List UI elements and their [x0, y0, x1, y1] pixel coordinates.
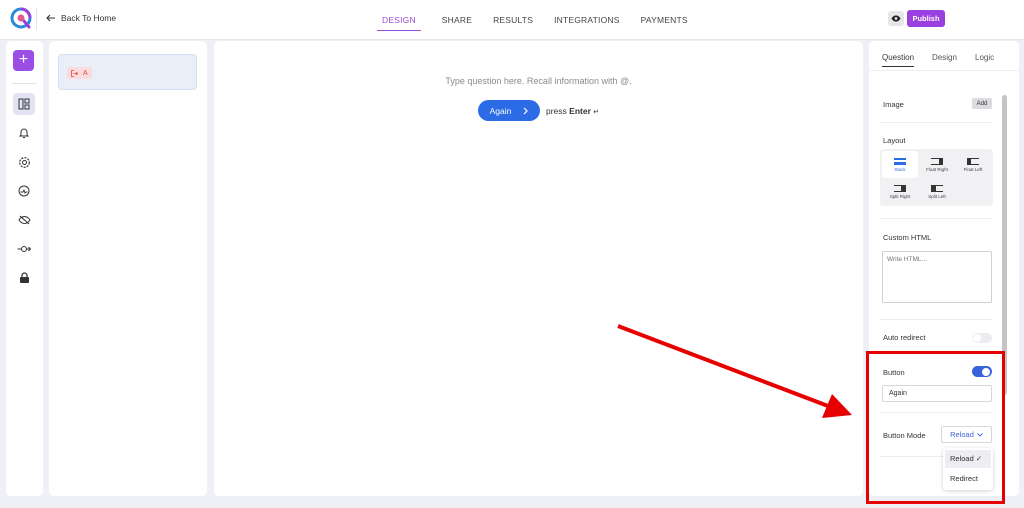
divider: [880, 412, 993, 413]
tab-question[interactable]: Question: [882, 53, 915, 67]
question-card[interactable]: A: [58, 54, 197, 90]
add-question-button[interactable]: +: [13, 50, 34, 71]
button-mode-label: Button Mode: [883, 431, 926, 440]
custom-html-input[interactable]: [882, 251, 992, 303]
settings-scrollbar[interactable]: [1002, 95, 1007, 395]
add-image-button[interactable]: Add: [972, 98, 992, 109]
layout-float-right-label: Float Right: [926, 166, 948, 172]
tab-logic[interactable]: Logic: [975, 53, 994, 62]
auto-redirect-toggle[interactable]: [972, 333, 992, 343]
button-mode-select[interactable]: Reload: [941, 426, 992, 443]
float-left-icon: [967, 157, 979, 165]
enter-key-icon: ↵: [593, 109, 600, 116]
layout-float-left-label: Float Left: [963, 166, 983, 172]
layout-stack-label: Stack: [894, 166, 906, 172]
preview-button[interactable]: [888, 11, 904, 26]
chevron-down-icon: [977, 432, 983, 437]
layout-icon[interactable]: [13, 93, 35, 115]
chevron-right-icon: [523, 107, 529, 114]
layout-split-right-label: Split Right: [889, 193, 911, 199]
gear-icon[interactable]: [13, 151, 35, 173]
question-prompt[interactable]: Type question here. Recall information w…: [214, 76, 863, 86]
float-right-icon: [931, 157, 943, 165]
enter-text: Enter: [569, 106, 591, 116]
layout-float-right[interactable]: Float Right: [919, 151, 955, 178]
arrow-left-icon: [46, 14, 55, 22]
dropdown-option-redirect[interactable]: Redirect: [945, 470, 991, 488]
eye-off-icon[interactable]: [13, 209, 35, 231]
split-left-icon: [931, 184, 943, 192]
split-right-icon: [894, 184, 906, 192]
auto-redirect-label: Auto redirect: [883, 333, 926, 342]
button-toggle[interactable]: [972, 366, 992, 377]
press-enter-hint: press Enter ↵: [546, 106, 599, 116]
tab-integrations[interactable]: INTEGRATIONS: [554, 0, 620, 31]
divider: [880, 122, 993, 123]
option-reload-label: Reload: [950, 454, 974, 463]
header-divider: [36, 8, 37, 30]
button-label: Button: [883, 368, 905, 377]
tab-design[interactable]: DESIGN: [377, 0, 421, 31]
toolbar-divider: [12, 83, 37, 84]
layout-split-right[interactable]: Split Right: [882, 178, 918, 205]
custom-html-label: Custom HTML: [883, 233, 932, 242]
press-text: press: [546, 106, 567, 116]
button-mode-dropdown: Reload ✓ Redirect: [943, 448, 993, 490]
button-text-input[interactable]: Again: [882, 385, 992, 402]
question-list-panel: A: [49, 41, 207, 496]
connection-icon[interactable]: [13, 238, 35, 260]
main-tabs: DESIGN SHARE RESULTS INTEGRATIONS PAYMEN…: [377, 0, 709, 40]
speed-icon[interactable]: [13, 180, 35, 202]
layout-split-left-label: Split Left: [928, 193, 946, 199]
dropdown-option-reload[interactable]: Reload ✓: [945, 450, 991, 468]
divider: [880, 319, 993, 320]
tab-results[interactable]: RESULTS: [493, 0, 533, 31]
eye-icon: [891, 15, 901, 22]
button-mode-value: Reload: [950, 430, 974, 439]
layout-label: Layout: [883, 136, 906, 145]
tab-share[interactable]: SHARE: [442, 0, 472, 31]
exit-icon: [71, 69, 79, 77]
question-badge-letter: A: [82, 69, 88, 77]
back-to-home-label: Back To Home: [61, 13, 117, 23]
settings-tabs: Question Design Logic: [869, 41, 1019, 71]
tab-settings-design[interactable]: Design: [932, 53, 957, 62]
again-button[interactable]: Again: [478, 100, 540, 121]
top-bar: Back To Home DESIGN SHARE RESULTS INTEGR…: [0, 0, 1024, 40]
image-label: Image: [883, 100, 904, 109]
checkmark-icon: ✓: [975, 454, 983, 463]
stack-icon: [894, 157, 906, 165]
app-logo-icon[interactable]: [10, 7, 32, 29]
again-button-label: Again: [489, 105, 512, 116]
back-to-home-link[interactable]: Back To Home: [46, 13, 116, 23]
layout-split-left[interactable]: Split Left: [919, 178, 955, 205]
layout-stack[interactable]: Stack: [882, 151, 918, 178]
bell-icon[interactable]: [13, 122, 35, 144]
lock-icon[interactable]: [13, 267, 35, 289]
publish-button[interactable]: Publish: [907, 10, 945, 27]
layout-options: Stack Float Right Float Left Split Right…: [880, 149, 993, 206]
divider: [880, 218, 993, 219]
tab-payments[interactable]: PAYMENTS: [641, 0, 688, 31]
layout-float-left[interactable]: Float Left: [955, 151, 991, 178]
question-canvas: Type question here. Recall information w…: [214, 41, 863, 496]
question-type-badge: A: [67, 67, 92, 79]
left-toolbar: +: [6, 41, 43, 496]
